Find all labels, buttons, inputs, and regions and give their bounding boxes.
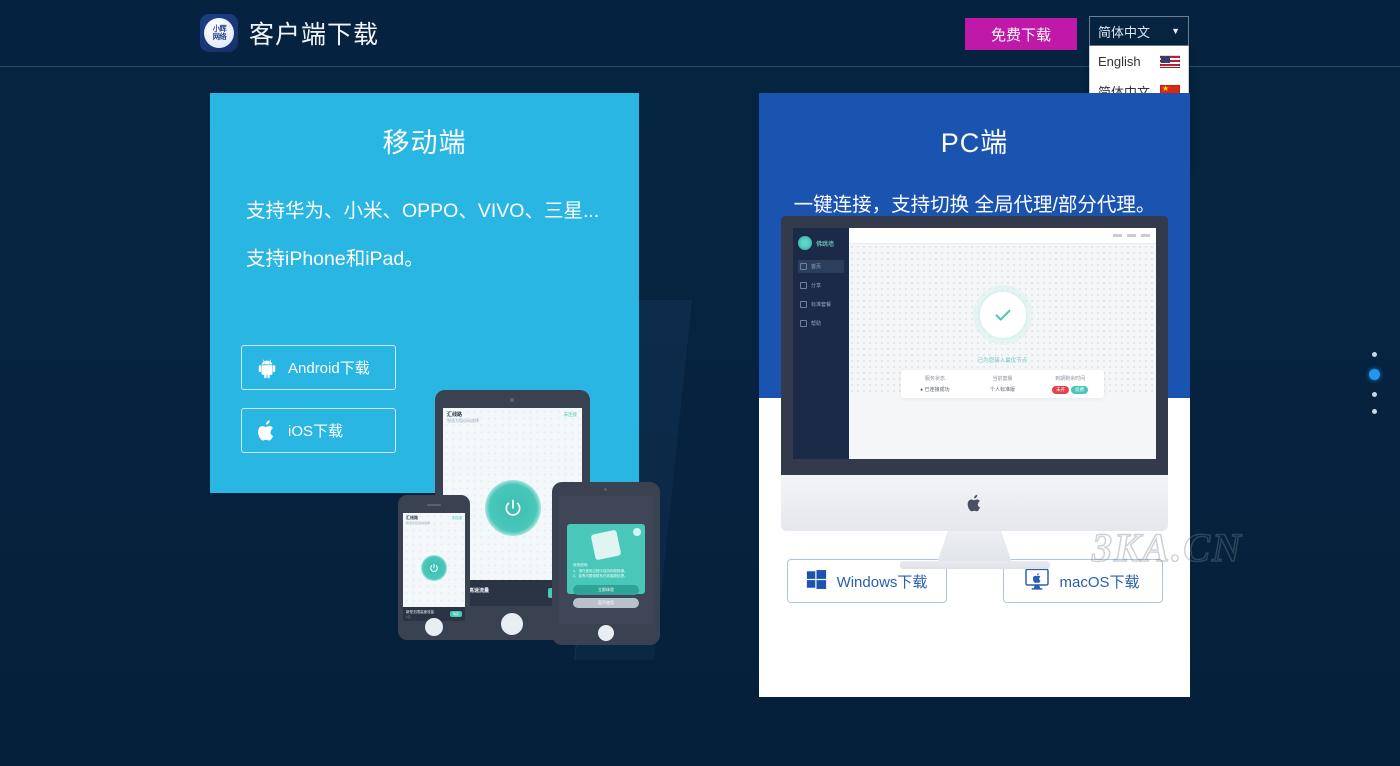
imac-apple-icon [1025,568,1050,594]
app-panel-header: 服务状态 [924,376,945,382]
language-selected[interactable]: 简体中文 ▼ [1089,16,1189,46]
mobile-card-title: 移动端 [382,128,467,158]
app-nav-label: 标准套餐 [811,302,832,308]
app-nav-item-home: 首页 [798,260,844,273]
ios-download-button[interactable]: iOS下载 [241,408,396,453]
connected-check-icon [977,290,1028,340]
mobile-card-body: 支持华为、小米、OPPO、VIVO、三星... 支持iPhone和iPad。 [210,160,639,274]
imac-stand-foot [899,561,1050,569]
imac-mockup: 佛跳墙 首页 分享 标准套餐 帮助 已为您接入最优节点 服务状态 ● 已连接成功… [781,216,1168,569]
windows-download-label: Windows下载 [836,573,928,591]
share-icon [800,282,807,289]
mobile-support-line-2: 支持iPhone和iPad。 [246,248,424,271]
apple-icon [256,419,278,443]
app-preview-main: 已为您接入最优节点 服务状态 ● 已连接成功 当前套餐 个人标准版 到期剩余时间 [849,228,1156,459]
app-nav-item-help: 帮助 [798,317,844,330]
app-status-text: 已为您接入最优节点 [977,358,1028,364]
app-nav-label: 帮助 [811,321,822,327]
app-preview-screen: 佛跳墙 首页 分享 标准套餐 帮助 已为您接入最优节点 服务状态 ● 已连接成功… [793,228,1156,459]
app-preview-titlebar [849,228,1156,244]
us-flag-icon [1160,54,1180,68]
home-icon [800,263,807,270]
language-selected-label: 简体中文 [1098,24,1151,40]
app-logo-icon [798,236,812,250]
app-panel-value: 未开 续费 [1036,385,1104,394]
apple-logo-icon [967,494,980,511]
app-nav-item-share: 分享 [798,279,844,292]
close-icon [1141,234,1150,237]
carousel-dot-2[interactable] [1369,369,1380,380]
app-panel-value: ● 已连接成功 [920,387,950,393]
phone-device-left: 汇线路 智选为您自动选择 未连接 新型无限高速流量 1元 购买 [398,495,470,640]
imac-stand-neck [937,531,1012,561]
app-nav-label: 首页 [811,264,822,270]
app-preview-sidebar: 佛跳墙 首页 分享 标准套餐 帮助 [793,228,849,459]
page-title: 客户端下载 [249,21,380,49]
android-icon [256,357,278,379]
carousel-dot-4[interactable] [1372,409,1377,414]
mobile-devices-mockup: 汇线路 智选为您自动选择 未连接 新型无限高速流量 1元 立即购买 [390,390,680,645]
chevron-down-icon: ▼ [1171,26,1180,36]
download-page: 小辉 网络 客户端下载 免费下载 简体中文 ▼ English 简体中文 ★ ●… [0,0,1400,766]
android-download-button[interactable]: Android下载 [241,345,396,390]
android-download-label: Android下载 [288,360,370,377]
app-panel-header: 到期剩余时间 [1055,375,1086,382]
macos-download-label: macOS下载 [1059,573,1140,591]
mobile-support-line-1: 支持华为、小米、OPPO、VIVO、三星... [246,200,600,222]
site-header: 小辉 网络 客户端下载 免费下载 简体中文 ▼ English 简体中文 ★ ● [0,0,1400,167]
mobile-download-buttons: Android下载 iOS下载 [241,345,396,453]
app-badge-renew: 续费 [1071,385,1089,394]
ios-download-label: iOS下载 [288,423,344,440]
language-option-label: English [1098,53,1141,69]
pc-card-subtitle: 一键连接，支持切换 全局代理/部分代理。 [793,194,1156,216]
carousel-pagination [1369,352,1380,414]
app-nav-item-plans: 标准套餐 [798,298,844,311]
plans-icon [800,301,807,308]
carousel-dot-1[interactable] [1372,352,1377,357]
app-preview-name: 佛跳墙 [816,241,835,248]
minimize-icon [1113,234,1122,237]
imac-chin [781,475,1168,531]
help-icon [800,320,807,327]
app-panel-column: 服务状态 ● 已连接成功 [901,375,969,393]
site-logo-icon: 小辉 网络 [200,14,238,52]
app-status-panel: 服务状态 ● 已连接成功 当前套餐 个人标准版 到期剩余时间 未开 续费 [901,370,1104,398]
tablet-device-right: 使用说明： 1、请在使用过程中保持网络畅通。 2、如有问题请联系在线客服处理。 … [552,482,660,645]
app-nav-label: 分享 [811,283,822,289]
app-panel-value: 个人标准版 [990,387,1016,393]
app-panel-column: 当前套餐 个人标准版 [969,375,1037,393]
app-badge-expired: 未开 [1052,385,1070,394]
app-preview-logo: 佛跳墙 [798,236,844,250]
windows-icon [806,569,827,594]
imac-bezel: 佛跳墙 首页 分享 标准套餐 帮助 已为您接入最优节点 服务状态 ● 已连接成功… [781,216,1168,475]
carousel-dot-3[interactable] [1372,392,1377,397]
pc-card-title: PC端 [940,128,1009,158]
language-option-english[interactable]: English [1090,46,1188,76]
app-panel-column: 到期剩余时间 未开 续费 [1036,375,1104,394]
logo-text-line2: 网络 [212,32,226,41]
brand: 小辉 网络 客户端下载 [200,14,379,52]
maximize-icon [1127,234,1136,237]
app-panel-header: 当前套餐 [992,376,1013,382]
free-download-button[interactable]: 免费下载 [965,18,1077,50]
